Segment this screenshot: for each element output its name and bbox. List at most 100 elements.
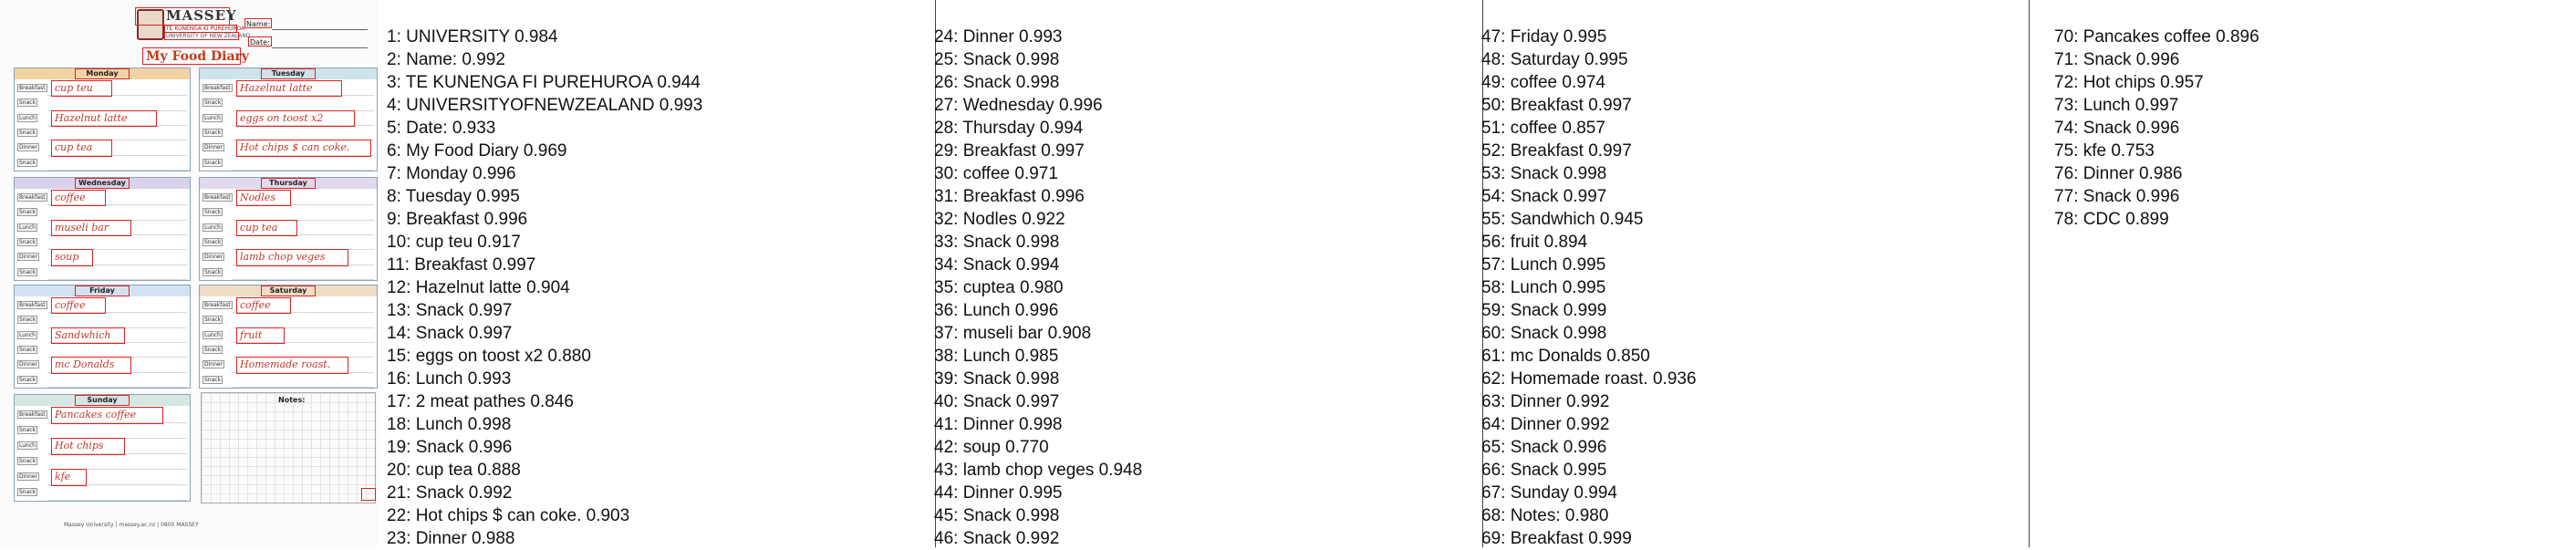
ocr-result-line: 14: Snack 0.997 <box>387 324 513 343</box>
ocr-result-line: 24: Dinner 0.993 <box>934 27 1063 47</box>
meal-label: Snack <box>17 99 38 108</box>
ocr-result-line: 42: soup 0.770 <box>934 438 1049 457</box>
ocr-box <box>261 285 316 296</box>
meal-label: Breakfast <box>203 301 233 309</box>
column-separator <box>2029 0 2030 547</box>
meal-label: Snack <box>17 158 38 167</box>
meal-label: Breakfast <box>17 301 47 309</box>
ocr-result-line: 2: Name: 0.992 <box>387 50 505 69</box>
ocr-result-line: 20: cup tea 0.888 <box>387 461 521 480</box>
ocr-box <box>135 7 230 26</box>
ocr-result-line: 69: Breakfast 0.999 <box>1481 529 1632 548</box>
ocr-box <box>236 80 342 98</box>
meal-label: Snack <box>203 208 223 217</box>
meal-label: Snack <box>203 158 223 167</box>
ocr-box <box>51 357 131 374</box>
ocr-result-line: 68: Notes: 0.980 <box>1481 506 1609 525</box>
ocr-box <box>51 80 112 98</box>
ocr-box <box>236 140 371 157</box>
ocr-result-line: 75: kfe 0.753 <box>2054 141 2155 161</box>
ocr-results-column-4: 70: Pancakes coffee 0.896 71: Snack 0.996… <box>2054 26 2259 231</box>
ocr-result-line: 16: Lunch 0.993 <box>387 369 512 389</box>
ocr-result-line: 67: Sunday 0.994 <box>1481 483 1617 503</box>
ocr-result-line: 57: Lunch 0.995 <box>1481 255 1606 275</box>
ocr-result-line: 76: Dinner 0.986 <box>2054 164 2183 183</box>
meal-label: Snack <box>203 346 223 354</box>
name-line <box>272 29 368 30</box>
writing-line <box>47 170 187 171</box>
meal-label: Snack <box>17 129 38 137</box>
ocr-result-line: 38: Lunch 0.985 <box>934 347 1059 366</box>
meal-label: Lunch <box>203 113 223 122</box>
ocr-box <box>236 219 297 236</box>
ocr-result-line: 66: Snack 0.995 <box>1481 461 1607 480</box>
meal-label: Snack <box>203 375 223 384</box>
ocr-result-line: 18: Lunch 0.998 <box>387 415 512 434</box>
ocr-box <box>261 178 316 189</box>
ocr-result-line: 52: Breakfast 0.997 <box>1481 141 1632 161</box>
ocr-result-line: 17: 2 meat pathes 0.846 <box>387 392 574 411</box>
ocr-result-line: 30: coffee 0.971 <box>934 164 1058 183</box>
meal-label: Snack <box>17 316 38 325</box>
meal-label: Snack <box>17 208 38 217</box>
ocr-result-line: 1: UNIVERSITY 0.984 <box>387 27 558 47</box>
ocr-box <box>244 18 272 28</box>
meal-label: Snack <box>17 267 38 276</box>
ocr-box <box>236 297 291 315</box>
day-panel-thursday: Thursday Breakfast Snack Lunch Snack Dinner Sn… <box>199 177 378 281</box>
ocr-box <box>51 109 157 127</box>
meal-label: Snack <box>17 457 38 465</box>
writing-line <box>233 279 374 280</box>
ocr-result-line: 59: Snack 0.999 <box>1481 301 1607 320</box>
writing-line <box>47 387 187 388</box>
ocr-box <box>236 190 291 207</box>
ocr-result-line: 27: Wednesday 0.996 <box>934 96 1103 115</box>
meal-label: Dinner <box>17 472 40 481</box>
ocr-box <box>51 297 106 315</box>
writing-line <box>233 387 374 388</box>
ocr-box <box>51 327 125 344</box>
ocr-result-line: 48: Saturday 0.995 <box>1481 50 1628 69</box>
ocr-result-line: 60: Snack 0.998 <box>1481 324 1607 343</box>
ocr-result-line: 33: Snack 0.998 <box>934 233 1060 252</box>
ocr-result-line: 40: Snack 0.997 <box>934 392 1060 411</box>
ocr-result-line: 37: museli bar 0.908 <box>934 324 1092 343</box>
ocr-box <box>51 140 112 157</box>
meal-label: Lunch <box>203 223 223 232</box>
ocr-result-line: 22: Hot chips $ can coke. 0.903 <box>387 506 630 525</box>
ocr-result-line: 12: Hazelnut latte 0.904 <box>387 278 570 297</box>
day-panel-tuesday: Tuesday Breakfast Snack Lunch Snack Dinner Sna… <box>199 67 378 171</box>
ocr-result-line: 43: lamb chop veges 0.948 <box>934 461 1143 480</box>
ocr-result-line: 9: Breakfast 0.996 <box>387 210 528 229</box>
ocr-result-line: 34: Snack 0.994 <box>934 255 1060 275</box>
meal-label: Dinner <box>203 143 225 152</box>
ocr-box <box>51 249 93 266</box>
ocr-box <box>75 285 130 296</box>
ocr-result-line: 47: Friday 0.995 <box>1481 27 1607 47</box>
ocr-result-line: 6: My Food Diary 0.969 <box>387 141 567 161</box>
meal-label: Lunch <box>203 330 223 339</box>
ocr-result-line: 62: Homemade roast. 0.936 <box>1481 369 1697 389</box>
day-panel-friday: Friday Breakfast Snack Lunch Snack Dinner Snac… <box>14 285 191 389</box>
ocr-result-line: 4: UNIVERSITYOFNEWZEALAND 0.993 <box>387 96 703 115</box>
notes-grid <box>201 392 376 503</box>
ocr-result-line: 50: Breakfast 0.997 <box>1481 96 1632 115</box>
ocr-result-line: 41: Dinner 0.998 <box>934 415 1063 434</box>
ocr-box <box>51 469 87 486</box>
ocr-result-line: 25: Snack 0.998 <box>934 50 1060 69</box>
meal-label: Dinner <box>203 253 225 262</box>
ocr-result-line: 15: eggs on toost x2 0.880 <box>387 347 591 366</box>
meal-label: Snack <box>203 238 223 246</box>
ocr-result-line: 53: Snack 0.998 <box>1481 164 1607 183</box>
ocr-result-line: 63: Dinner 0.992 <box>1481 392 1610 411</box>
ocr-result-line: 21: Snack 0.992 <box>387 483 513 503</box>
ocr-result-line: 3: TE KUNENGA FI PUREHUROA 0.944 <box>387 73 701 92</box>
ocr-result-line: 61: mc Donalds 0.850 <box>1481 347 1650 366</box>
ocr-box <box>75 68 130 79</box>
meal-label: Snack <box>203 129 223 137</box>
day-panel-saturday: Saturday Breakfast Snack Lunch Snack Dinner Sn… <box>199 285 378 389</box>
ocr-result-line: 56: fruit 0.894 <box>1481 233 1588 252</box>
meal-label: Snack <box>17 375 38 384</box>
ocr-box <box>236 109 355 127</box>
ocr-result-line: 65: Snack 0.996 <box>1481 438 1607 457</box>
